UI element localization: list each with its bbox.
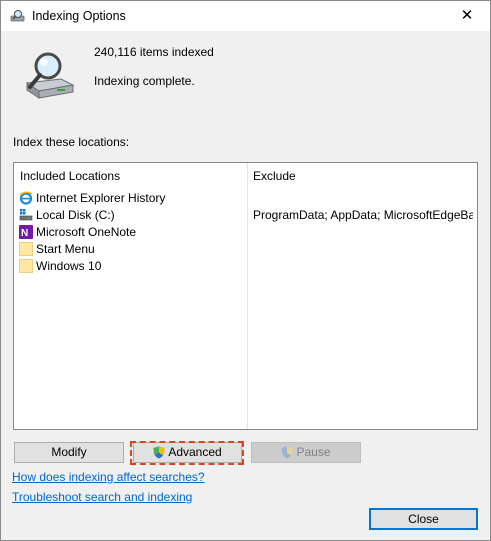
list-item[interactable]: N Microsoft OneNote [19,223,136,240]
header-included-locations[interactable]: Included Locations [20,169,120,183]
drive-icon [19,208,33,220]
location-name: Windows 10 [36,258,102,273]
highlight-box [130,441,244,465]
header-exclude[interactable]: Exclude [253,169,296,183]
indexing-options-window: Indexing Options ✕ 240,116 items indexed… [0,0,491,541]
window-title: Indexing Options [32,9,126,23]
svg-text:N: N [21,228,28,239]
column-divider[interactable] [247,163,248,429]
list-item[interactable]: Windows 10 [19,257,101,274]
folder-icon [19,258,33,273]
uac-shield-icon [281,446,293,459]
ie-icon [19,191,33,205]
list-item[interactable]: Internet Explorer History [19,189,165,206]
close-button[interactable]: Close [369,508,478,530]
how-indexing-link[interactable]: How does indexing affect searches? [12,470,205,484]
indexing-status: Indexing complete. [94,74,195,88]
close-icon[interactable]: ✕ [444,1,490,31]
exclude-value: ProgramData; AppData; MicrosoftEdgeBac..… [253,208,473,222]
index-locations-label: Index these locations: [13,135,130,149]
list-item[interactable]: Start Menu [19,240,95,257]
location-name: Microsoft OneNote [36,224,137,239]
indexing-magnifier-icon [25,52,75,99]
locations-list[interactable]: Included Locations Exclude Internet Expl… [13,162,478,430]
pause-button: Pause [251,442,361,463]
pause-label: Pause [296,445,331,459]
modify-button[interactable]: Modify [14,442,124,463]
troubleshoot-link[interactable]: Troubleshoot search and indexing [12,490,192,504]
indexing-icon [10,10,25,22]
onenote-icon: N [19,224,33,239]
location-name: Local Disk (C:) [36,207,115,222]
title-bar: Indexing Options ✕ [1,1,490,31]
items-indexed-count: 240,116 items indexed [94,45,214,59]
folder-icon [19,241,33,256]
location-name: Start Menu [36,241,95,256]
location-name: Internet Explorer History [36,190,166,205]
list-item[interactable]: Local Disk (C:) [19,206,115,223]
